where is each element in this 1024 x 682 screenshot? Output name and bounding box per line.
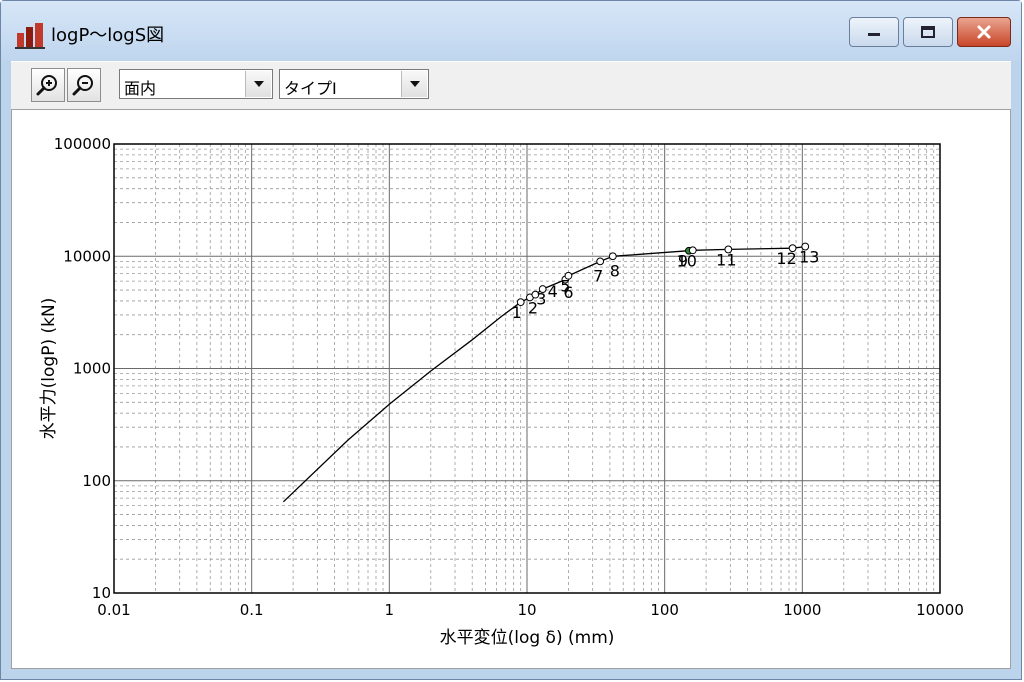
x-tick-label: 1 <box>385 601 395 619</box>
maximize-button[interactable] <box>903 17 953 47</box>
data-point-label: 13 <box>799 248 819 267</box>
y-tick-label: 100 <box>82 472 111 490</box>
minimize-button[interactable] <box>849 17 899 47</box>
data-point-label: 4 <box>548 282 558 301</box>
title-bar[interactable]: logP～logS図 <box>1 1 1021 61</box>
x-tick-label: 0.1 <box>240 601 264 619</box>
data-point-marker <box>608 252 617 261</box>
window-title: logP～logS図 <box>51 25 165 46</box>
chevron-down-icon <box>409 81 420 87</box>
data-point-label: 10 <box>677 251 697 270</box>
x-axis-label: 水平変位(log δ) (mm) <box>440 628 615 648</box>
type-dropdown-arrow[interactable] <box>401 71 427 97</box>
zoom-in-icon <box>36 75 57 96</box>
direction-select[interactable]: 面内 <box>119 69 273 99</box>
direction-select-value: 面内 <box>124 79 157 98</box>
type-select-value: タイプⅠ <box>284 79 337 98</box>
y-tick-label: 1000 <box>73 360 111 378</box>
x-tick-label: 0.01 <box>97 601 130 619</box>
x-tick-label: 1000 <box>783 601 821 619</box>
y-axis-label: 水平力(logP) (kN) <box>39 298 59 440</box>
close-icon <box>977 25 991 39</box>
chart-area: 0.01 0.1 1 10 100 1000 10000 10 100 1000 10000 1000… <box>11 109 1011 669</box>
toolbar: 面内 タイプⅠ <box>11 61 1011 109</box>
data-point-marker <box>596 257 605 266</box>
x-tick-label: 10000 <box>916 601 964 619</box>
minimize-icon <box>868 33 880 36</box>
zoom-out-icon <box>72 75 93 96</box>
y-tick-label: 100000 <box>54 135 111 153</box>
data-point-marker <box>538 285 547 293</box>
close-button[interactable] <box>957 17 1011 47</box>
chart-window: logP～logS図 面内 タイプⅠ 0.01 0.1 1 10 100 100… <box>0 0 1022 680</box>
y-tick-label: 10000 <box>63 247 111 265</box>
data-point-label: 8 <box>610 261 620 280</box>
logp-logs-chart: 0.01 0.1 1 10 100 1000 10000 10 100 1000 10000 1000… <box>39 135 964 648</box>
maximize-icon <box>921 26 935 38</box>
type-select[interactable]: タイプⅠ <box>279 69 429 99</box>
data-point-label: 1 <box>512 303 522 322</box>
data-point-label: 7 <box>593 266 603 285</box>
direction-dropdown-arrow[interactable] <box>245 71 271 97</box>
x-tick-label: 100 <box>650 601 679 619</box>
zoom-out-button[interactable] <box>67 68 101 102</box>
bar-chart-app-icon <box>15 23 45 49</box>
data-point-marker <box>564 271 573 280</box>
y-tick-label: 10 <box>92 584 111 602</box>
x-tick-label: 10 <box>517 601 536 619</box>
data-point-label: 12 <box>776 249 796 268</box>
load-displacement-curve <box>282 245 806 503</box>
data-point-label: 6 <box>563 283 573 302</box>
data-point-label: 11 <box>716 250 736 269</box>
zoom-in-button[interactable] <box>31 68 65 102</box>
chevron-down-icon <box>253 81 264 87</box>
